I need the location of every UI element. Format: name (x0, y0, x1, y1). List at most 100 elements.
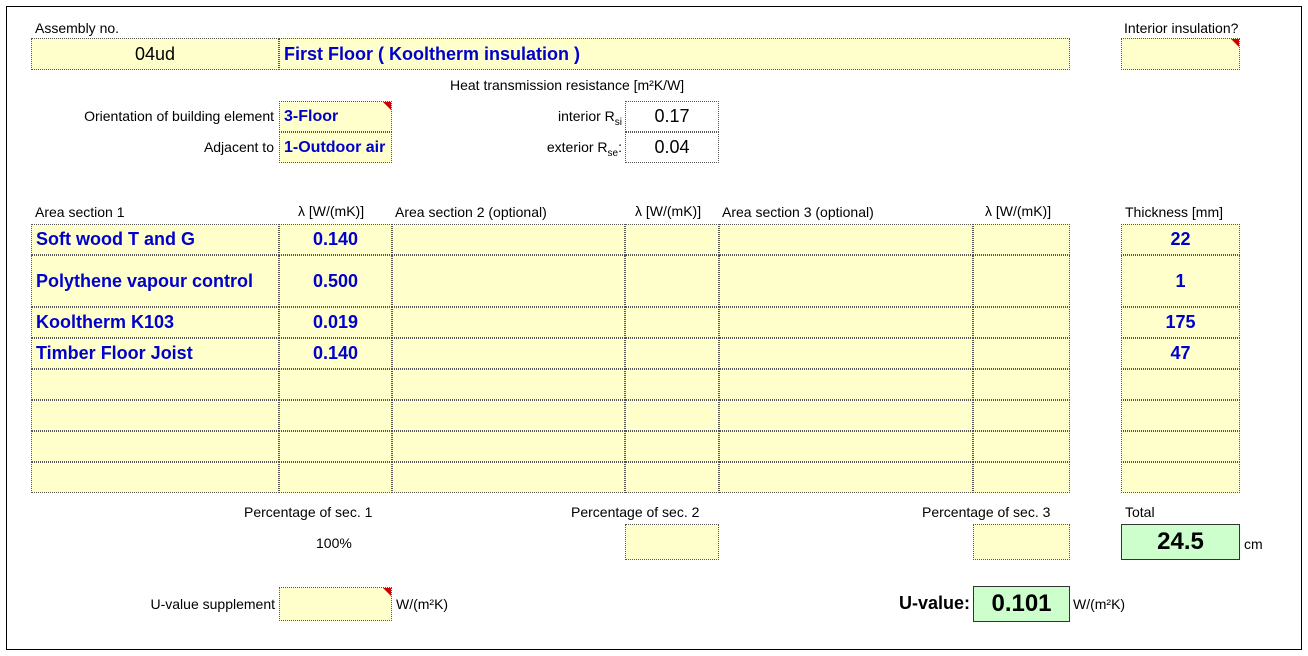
thickness-cell[interactable]: 47 (1121, 338, 1240, 369)
lambda3-cell[interactable] (973, 431, 1070, 462)
assembly-name: First Floor ( Kooltherm insulation ) (284, 43, 580, 64)
lambda-value: 0.140 (312, 229, 359, 249)
header-lambda-1: λ [W/(mK)] (298, 203, 365, 219)
uvalue-label: U-value: (898, 593, 970, 613)
percentage-sec2-label: Percentage of sec. 2 (571, 504, 700, 520)
lambda2-cell[interactable] (625, 338, 719, 369)
assembly-name-cell[interactable]: First Floor ( Kooltherm insulation ) (279, 38, 1070, 70)
supplement-input[interactable] (279, 587, 392, 621)
lambda1-cell[interactable] (279, 400, 392, 431)
thickness-value: 47 (1170, 343, 1191, 363)
exterior-rse-value: 0.04 (654, 137, 690, 157)
material-cell[interactable] (31, 462, 279, 493)
material-value: Kooltherm K103 (36, 312, 175, 332)
lambda-value: 0.019 (312, 312, 359, 332)
interior-rsi-value: 0.17 (654, 106, 690, 126)
header-area-section-2: Area section 2 (optional) (395, 204, 547, 220)
lambda3-cell[interactable] (973, 369, 1070, 400)
material-cell[interactable]: Kooltherm K103 (31, 307, 279, 338)
lambda1-cell[interactable] (279, 369, 392, 400)
interior-insulation-label: Interior insulation? (1124, 20, 1239, 36)
material-cell[interactable] (31, 369, 279, 400)
material-cell[interactable] (31, 400, 279, 431)
material-cell[interactable] (31, 431, 279, 462)
lambda3-cell[interactable] (973, 307, 1070, 338)
area2-cell[interactable] (392, 462, 625, 493)
material-cell[interactable]: Soft wood T and G (31, 224, 279, 255)
thickness-cell[interactable]: 1 (1121, 255, 1240, 307)
uvalue-cell: 0.101 (973, 586, 1070, 622)
area2-cell[interactable] (392, 369, 625, 400)
lambda1-cell[interactable]: 0.140 (279, 224, 392, 255)
interior-insulation-cell[interactable] (1121, 38, 1240, 70)
area2-cell[interactable] (392, 338, 625, 369)
lambda1-cell[interactable]: 0.140 (279, 338, 392, 369)
area3-cell[interactable] (719, 369, 973, 400)
interior-rsi-cell[interactable]: 0.17 (625, 101, 719, 132)
exterior-rse-cell[interactable]: 0.04 (625, 132, 719, 163)
lambda2-cell[interactable] (625, 224, 719, 255)
lambda3-cell[interactable] (973, 224, 1070, 255)
total-unit: cm (1244, 536, 1263, 552)
area3-cell[interactable] (719, 255, 973, 307)
orientation-value: 3-Floor (284, 107, 339, 125)
area3-cell[interactable] (719, 338, 973, 369)
area3-cell[interactable] (719, 431, 973, 462)
material-cell[interactable]: Polythene vapour control (31, 255, 279, 307)
percentage-sec3-label: Percentage of sec. 3 (922, 504, 1051, 520)
lambda3-cell[interactable] (973, 462, 1070, 493)
orientation-select[interactable]: 3-Floor (279, 101, 392, 132)
supplement-label: U-value supplement (150, 596, 275, 612)
header-lambda-3: λ [W/(mK)] (985, 203, 1052, 219)
lambda2-cell[interactable] (625, 369, 719, 400)
total-value: 24.5 (1157, 528, 1204, 555)
percentage-sec1-value: 100% (316, 535, 352, 551)
material-value: Timber Floor Joist (36, 343, 193, 363)
assembly-label: Assembly no. (35, 20, 120, 36)
adjacent-select[interactable]: 1-Outdoor air (279, 132, 392, 163)
thickness-cell[interactable] (1121, 369, 1240, 400)
resistance-heading: Heat transmission resistance [m²K/W] (450, 77, 685, 93)
area3-cell[interactable] (719, 307, 973, 338)
area2-cell[interactable] (392, 255, 625, 307)
area2-cell[interactable] (392, 431, 625, 462)
lambda1-cell[interactable] (279, 462, 392, 493)
lambda1-cell[interactable]: 0.019 (279, 307, 392, 338)
area2-cell[interactable] (392, 307, 625, 338)
orientation-label: Orientation of building element (84, 108, 274, 124)
total-cell: 24.5 (1121, 524, 1240, 560)
lambda3-cell[interactable] (973, 338, 1070, 369)
area2-cell[interactable] (392, 400, 625, 431)
percentage-sec2-cell[interactable] (625, 524, 719, 560)
lambda1-cell[interactable]: 0.500 (279, 255, 392, 307)
uvalue-unit: W/(m²K) (1073, 596, 1126, 612)
area2-cell[interactable] (392, 224, 625, 255)
area3-cell[interactable] (719, 462, 973, 493)
lambda3-cell[interactable] (973, 400, 1070, 431)
percentage-sec1-label: Percentage of sec. 1 (244, 504, 373, 520)
lambda-value: 0.140 (312, 343, 359, 363)
thickness-value: 1 (1175, 270, 1186, 291)
lambda2-cell[interactable] (625, 462, 719, 493)
thickness-cell[interactable] (1121, 462, 1240, 493)
thickness-cell[interactable] (1121, 431, 1240, 462)
thickness-cell[interactable] (1121, 400, 1240, 431)
lambda1-cell[interactable] (279, 431, 392, 462)
thickness-cell[interactable]: 22 (1121, 224, 1240, 255)
area3-cell[interactable] (719, 224, 973, 255)
assembly-number-cell[interactable]: 04ud (31, 38, 279, 70)
header-area-section-3: Area section 3 (optional) (722, 204, 874, 220)
lambda2-cell[interactable] (625, 400, 719, 431)
adjacent-label: Adjacent to (203, 139, 274, 155)
lambda3-cell[interactable] (973, 255, 1070, 307)
lambda2-cell[interactable] (625, 307, 719, 338)
lambda-value: 0.500 (312, 270, 359, 291)
material-cell[interactable]: Timber Floor Joist (31, 338, 279, 369)
percentage-sec3-cell[interactable] (973, 524, 1070, 560)
lambda2-cell[interactable] (625, 255, 719, 307)
lambda2-cell[interactable] (625, 431, 719, 462)
supplement-unit: W/(m²K) (396, 596, 449, 612)
thickness-cell[interactable]: 175 (1121, 307, 1240, 338)
area3-cell[interactable] (719, 400, 973, 431)
interior-rsi-label: interior Rsi (557, 108, 622, 128)
